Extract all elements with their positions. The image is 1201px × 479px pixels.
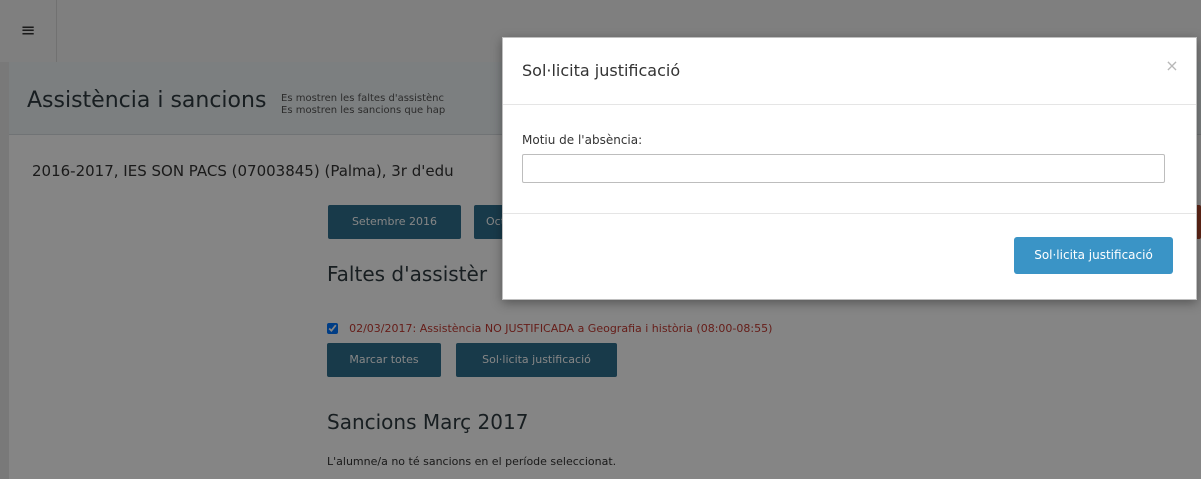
modal-footer: Sol·licita justificació	[503, 214, 1196, 299]
absence-reason-label: Motiu de l'absència:	[522, 133, 643, 147]
submit-justification-button[interactable]: Sol·licita justificació	[1014, 237, 1173, 274]
modal-body: Motiu de l'absència:	[503, 105, 1196, 214]
close-icon[interactable]: ×	[1162, 56, 1182, 76]
modal-title: Sol·licita justificació	[522, 61, 681, 80]
absence-reason-input[interactable]	[522, 154, 1165, 183]
justification-modal: Sol·licita justificació × Motiu de l'abs…	[502, 37, 1197, 300]
modal-header: Sol·licita justificació ×	[503, 38, 1196, 105]
